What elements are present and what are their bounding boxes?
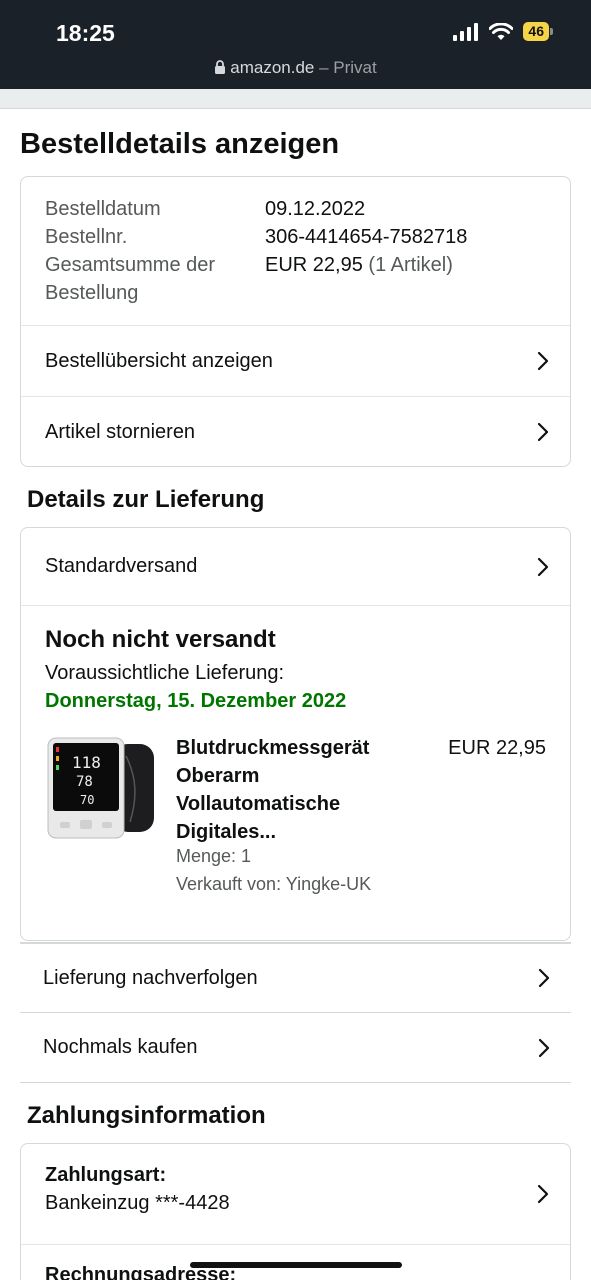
status-bar: 18:25 46 amazon.de – Privat xyxy=(0,0,591,89)
product-title-line: Oberarm xyxy=(176,765,260,787)
order-number-value: 306-4414654-7582718 xyxy=(265,226,468,248)
status-icons: 46 xyxy=(453,22,553,41)
wifi-icon xyxy=(489,22,514,40)
payment-box: Zahlungsart: Bankeinzug ***-4428 Rechnun… xyxy=(20,1143,571,1280)
status-time: 18:25 xyxy=(56,20,115,46)
order-date-label: Bestelldatum xyxy=(45,198,161,220)
delivery-box: Standardversand Noch nicht versandt Vora… xyxy=(20,527,571,941)
order-number-label: Bestellnr. xyxy=(45,226,128,248)
shipping-method-row[interactable]: Standardversand xyxy=(21,528,570,605)
battery-icon: 46 xyxy=(523,22,553,41)
divider xyxy=(21,1244,570,1245)
page-title: Bestelldetails anzeigen xyxy=(20,128,340,160)
shipping-method-label: Standardversand xyxy=(45,555,198,577)
order-date-value: 09.12.2022 xyxy=(265,198,366,220)
product-title-link[interactable]: Blutdruckmessgerät Oberarm Vollautomatis… xyxy=(176,734,426,846)
buy-again-label: Nochmals kaufen xyxy=(43,1036,198,1058)
header-strip xyxy=(0,89,591,109)
shipment-details: Noch nicht versandt Voraussichtliche Lie… xyxy=(21,605,570,940)
svg-text:118: 118 xyxy=(72,753,101,772)
svg-text:70: 70 xyxy=(80,793,94,807)
order-total-label-line1: Gesamtsumme der xyxy=(45,254,216,276)
signal-icon xyxy=(453,22,479,41)
order-summary: Bestelldatum 09.12.2022 Bestellnr. 306-4… xyxy=(21,177,570,325)
chevron-right-icon xyxy=(537,351,549,371)
estimate-label: Voraussichtliche Lieferung: xyxy=(45,662,285,684)
product-title-line: Blutdruckmessgerät xyxy=(176,737,370,759)
product-seller: Verkauft von: Yingke-UK xyxy=(176,874,372,894)
cancel-items-label: Artikel stornieren xyxy=(45,420,196,443)
order-overview-label: Bestellübersicht anzeigen xyxy=(45,349,273,372)
chevron-right-icon xyxy=(538,1038,550,1057)
product-price: EUR 22,95 xyxy=(448,737,546,759)
order-total-label-line2: Bestellung xyxy=(45,282,139,304)
track-delivery-link[interactable]: Lieferung nachverfolgen xyxy=(20,942,571,1012)
order-total-value: EUR 22,95 (1 Artikel) xyxy=(265,251,453,279)
payment-method-row[interactable]: Zahlungsart: Bankeinzug ***-4428 xyxy=(21,1144,570,1244)
order-info-box: Bestelldatum 09.12.2022 Bestellnr. 306-4… xyxy=(20,176,571,467)
url-bar[interactable]: amazon.de – Privat xyxy=(0,58,591,78)
lock-icon xyxy=(215,60,226,74)
product-title-line: Digitales... xyxy=(176,821,277,843)
cancel-items-link[interactable]: Artikel stornieren xyxy=(21,396,570,466)
product-quantity: Menge: 1 xyxy=(176,846,252,866)
track-delivery-label: Lieferung nachverfolgen xyxy=(43,966,258,989)
shipment-status: Noch nicht versandt xyxy=(45,626,276,653)
svg-text:78: 78 xyxy=(76,774,93,790)
estimate-date: Donnerstag, 15. Dezember 2022 xyxy=(45,690,347,712)
product-title-line: Vollautomatische xyxy=(176,793,341,815)
chevron-right-icon xyxy=(537,422,549,442)
order-total-amount: EUR 22,95 xyxy=(265,254,363,276)
battery-level: 46 xyxy=(523,22,549,41)
payment-method-label: Zahlungsart: xyxy=(45,1164,167,1186)
payment-section-title: Zahlungsinformation xyxy=(27,1102,266,1129)
chevron-right-icon xyxy=(537,557,549,576)
order-overview-link[interactable]: Bestellübersicht anzeigen xyxy=(21,325,570,396)
divider xyxy=(20,1082,571,1083)
product-image[interactable]: 118 78 70 xyxy=(46,736,156,841)
url-suffix: – Privat xyxy=(314,58,377,77)
chevron-right-icon xyxy=(538,968,550,988)
delivery-section-title: Details zur Lieferung xyxy=(27,486,265,513)
order-item-count: (1 Artikel) xyxy=(368,254,453,276)
chevron-right-icon xyxy=(537,1184,549,1204)
url-text: amazon.de xyxy=(230,58,315,77)
payment-method-value: Bankeinzug ***-4428 xyxy=(45,1192,230,1214)
home-indicator[interactable] xyxy=(190,1262,402,1268)
buy-again-link[interactable]: Nochmals kaufen xyxy=(20,1012,571,1082)
